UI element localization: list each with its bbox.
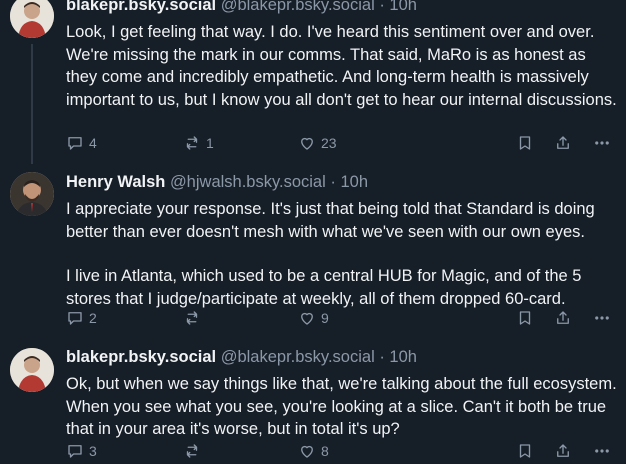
reply-count: 3 — [89, 443, 97, 459]
reply-button[interactable]: 4 — [66, 134, 97, 152]
repost-count: 1 — [206, 135, 214, 151]
like-button[interactable]: 9 — [298, 309, 329, 327]
like-button[interactable]: 23 — [298, 134, 337, 152]
repost-button[interactable] — [183, 442, 206, 460]
heart-icon — [301, 445, 313, 458]
post-time[interactable]: 10h — [389, 0, 417, 14]
avatar[interactable] — [10, 348, 54, 392]
share-icon — [557, 444, 569, 457]
more-icon — [595, 141, 609, 145]
heart-icon — [301, 137, 313, 150]
heart-icon — [301, 312, 313, 325]
post-actions: 2 9 — [66, 309, 618, 331]
save-button[interactable] — [516, 442, 534, 460]
separator: · — [379, 0, 385, 14]
more-button[interactable] — [593, 442, 611, 460]
separator: · — [379, 348, 385, 366]
post-text: Ok, but when we say things like that, we… — [66, 373, 618, 441]
bookmark-icon — [519, 444, 531, 458]
post-text: I appreciate your response. It's just th… — [66, 198, 618, 310]
post-header: Henry Walsh @hjwalsh.bsky.social · 10h — [66, 172, 618, 193]
post-2[interactable]: Henry Walsh @hjwalsh.bsky.social · 10h I… — [0, 168, 626, 340]
repost-icon — [186, 444, 198, 458]
post-paragraph: I live in Atlanta, which used to be a ce… — [66, 267, 582, 308]
repost-icon — [186, 136, 198, 150]
post-actions: 3 8 — [66, 442, 618, 464]
post-time[interactable]: 10h — [389, 348, 417, 366]
save-button[interactable] — [516, 134, 534, 152]
post-3[interactable]: blakepr.bsky.social @blakepr.bsky.social… — [0, 340, 626, 459]
more-button[interactable] — [593, 134, 611, 152]
author-handle[interactable]: @blakepr.bsky.social — [221, 348, 375, 366]
share-button[interactable] — [554, 309, 572, 327]
post-paragraph: Look, I get feeling that way. I do. I've… — [66, 23, 617, 109]
separator: · — [330, 173, 336, 191]
reply-button[interactable]: 2 — [66, 309, 97, 327]
post-header: blakepr.bsky.social @blakepr.bsky.social… — [66, 347, 618, 368]
reply-icon — [68, 312, 82, 325]
like-count: 9 — [321, 310, 329, 326]
share-icon — [557, 311, 569, 324]
like-button[interactable]: 8 — [298, 442, 329, 460]
author-name[interactable]: blakepr.bsky.social — [66, 348, 216, 366]
post-header: blakepr.bsky.social @blakepr.bsky.social… — [66, 0, 618, 16]
avatar[interactable] — [10, 172, 54, 216]
reply-icon — [68, 445, 82, 458]
post-actions: 4 1 23 — [66, 134, 618, 156]
post-1[interactable]: blakepr.bsky.social @blakepr.bsky.social… — [0, 0, 626, 166]
post-time[interactable]: 10h — [340, 173, 368, 191]
reply-count: 2 — [89, 310, 97, 326]
reply-button[interactable]: 3 — [66, 442, 97, 460]
repost-icon — [186, 311, 198, 325]
like-count: 23 — [321, 135, 337, 151]
author-name[interactable]: blakepr.bsky.social — [66, 0, 216, 14]
bookmark-icon — [519, 311, 531, 325]
repost-button[interactable] — [183, 309, 206, 327]
like-count: 8 — [321, 443, 329, 459]
post-text: Look, I get feeling that way. I do. I've… — [66, 21, 618, 111]
author-handle[interactable]: @blakepr.bsky.social — [221, 0, 375, 14]
post-paragraph: I appreciate your response. It's just th… — [66, 200, 595, 241]
more-icon — [595, 316, 609, 320]
more-button[interactable] — [593, 309, 611, 327]
more-icon — [595, 449, 609, 453]
share-icon — [557, 136, 569, 149]
avatar[interactable] — [10, 0, 54, 38]
save-button[interactable] — [516, 309, 534, 327]
reply-count: 4 — [89, 135, 97, 151]
author-name[interactable]: Henry Walsh — [66, 173, 165, 191]
share-button[interactable] — [554, 134, 572, 152]
author-handle[interactable]: @hjwalsh.bsky.social — [170, 173, 326, 191]
share-button[interactable] — [554, 442, 572, 460]
bookmark-icon — [519, 136, 531, 150]
reply-icon — [68, 137, 82, 150]
post-paragraph: Ok, but when we say things like that, we… — [66, 375, 617, 438]
repost-button[interactable]: 1 — [183, 134, 214, 152]
